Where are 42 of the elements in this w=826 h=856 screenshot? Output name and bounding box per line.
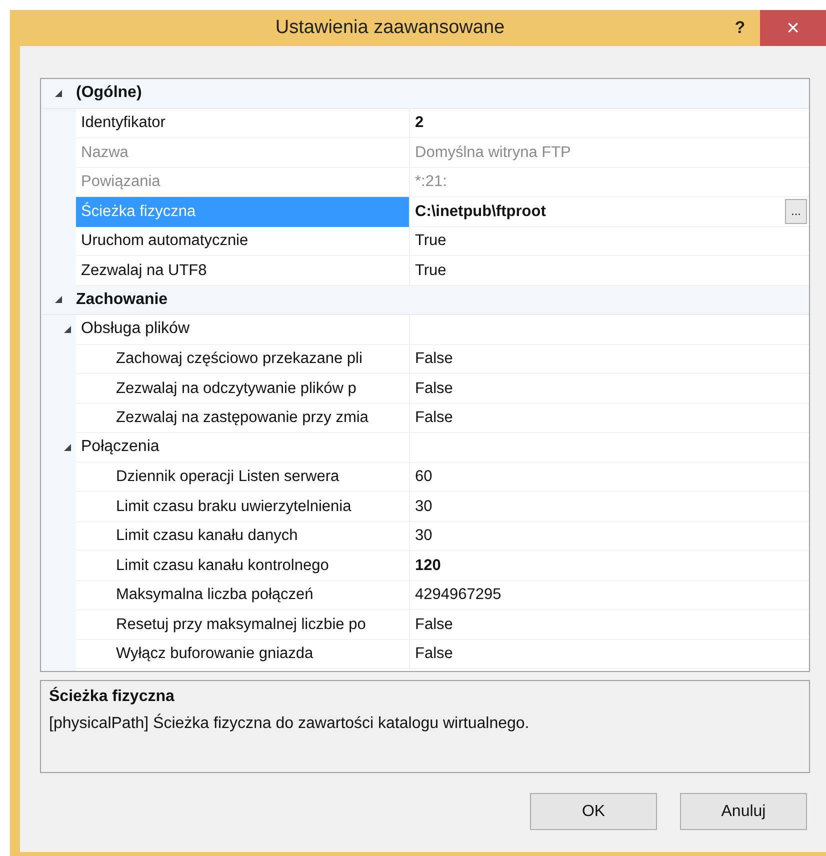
group-label: Obsługa plików — [81, 319, 190, 340]
property-value: False — [415, 644, 454, 664]
property-value: C:\inetpub\ftproot — [415, 202, 547, 222]
property-name[interactable]: Maksymalna liczba połączeń — [76, 580, 409, 610]
category-label: Zachowanie — [76, 290, 168, 310]
property-value: 30 — [415, 496, 434, 517]
property-value: 120 — [415, 556, 442, 576]
browse-button[interactable]: ... — [785, 198, 807, 224]
property-name[interactable]: Identyfikator — [76, 108, 409, 138]
expand-arrow-icon[interactable] — [54, 295, 63, 304]
window-title: Ustawienia zaawansowane — [274, 16, 506, 40]
dialog-button[interactable]: OK — [530, 793, 657, 830]
property-value: True — [415, 260, 448, 281]
property-name[interactable]: Uruchom automatycznie — [76, 226, 409, 256]
property-value: 4294967295 — [415, 585, 502, 606]
description-text: [physicalPath] Ścieżka fizyczna do zawartości katalogu wirtualnego. — [49, 712, 530, 734]
property-value: False — [415, 614, 454, 635]
close-button[interactable]: × — [760, 10, 826, 46]
property-name[interactable]: Wyłącz buforowanie gniazda — [76, 640, 409, 669]
property-value: False — [415, 378, 454, 399]
description-title: Ścieżka fizyczna — [49, 686, 176, 707]
dialog-button[interactable]: Anuluj — [680, 793, 807, 830]
property-value: False — [415, 408, 454, 428]
expand-arrow-icon[interactable] — [63, 325, 72, 334]
property-value: 30 — [415, 526, 434, 546]
help-button[interactable]: ? — [720, 10, 760, 46]
property-name[interactable]: Dziennik operacji Listen serwera — [76, 462, 409, 492]
property-name[interactable]: Zezwalaj na zastępowanie przy zmia — [76, 404, 409, 433]
expand-arrow-icon[interactable] — [54, 88, 63, 98]
expand-arrow-icon[interactable] — [63, 443, 72, 452]
property-name[interactable]: Limit czasu kanału danych — [76, 522, 409, 551]
property-value: Domyślna witryna FTP — [415, 142, 572, 163]
group-label: Połączenia — [81, 437, 160, 458]
category-label: (Ogólne) — [76, 83, 142, 104]
category-header[interactable]: (Ogólne) — [41, 79, 809, 108]
property-value: *:21: — [415, 172, 448, 192]
property-value: 2 — [415, 113, 425, 134]
category-header[interactable]: Zachowanie — [41, 286, 809, 315]
property-value: False — [415, 349, 454, 370]
property-value: 60 — [415, 467, 434, 488]
property-name[interactable]: Zachowaj częściowo przekazane pli — [76, 344, 409, 374]
property-value: True — [415, 231, 448, 252]
